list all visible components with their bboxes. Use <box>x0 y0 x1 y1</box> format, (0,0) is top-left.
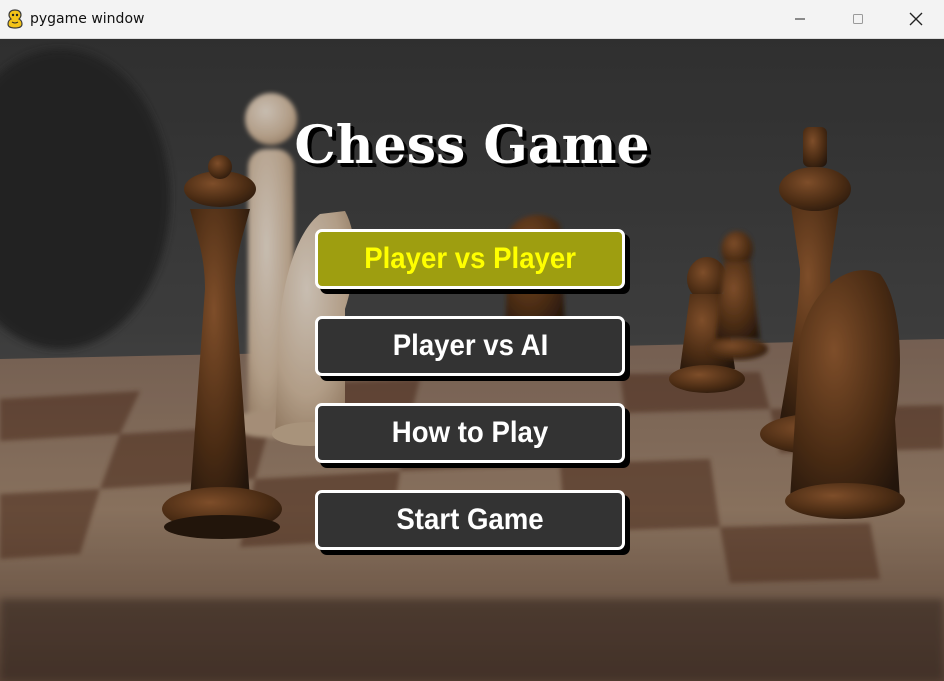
minimize-icon <box>795 18 805 20</box>
how-to-play-button[interactable]: How to Play <box>315 403 625 463</box>
game-canvas[interactable]: Chess Game Player vs Player Player vs AI… <box>0 39 944 681</box>
player-vs-player-label: Player vs Player <box>364 242 576 275</box>
close-icon <box>909 12 923 26</box>
window-title: pygame window <box>30 11 145 27</box>
title-bar[interactable]: pygame window <box>0 0 944 39</box>
maximize-icon <box>853 14 863 24</box>
player-vs-ai-label: Player vs AI <box>392 329 548 362</box>
close-button[interactable] <box>893 0 939 38</box>
player-vs-player-button[interactable]: Player vs Player <box>315 229 625 289</box>
game-title: Chess Game <box>294 115 650 176</box>
app-window: pygame window Chess Game Player vs Playe… <box>0 0 944 681</box>
maximize-button[interactable] <box>835 0 881 38</box>
how-to-play-label: How to Play <box>391 416 549 449</box>
start-game-label: Start Game <box>396 503 544 536</box>
minimize-button[interactable] <box>777 0 823 38</box>
pygame-snake-icon <box>7 9 23 29</box>
player-vs-ai-button[interactable]: Player vs AI <box>315 316 625 376</box>
start-game-button[interactable]: Start Game <box>315 490 625 550</box>
